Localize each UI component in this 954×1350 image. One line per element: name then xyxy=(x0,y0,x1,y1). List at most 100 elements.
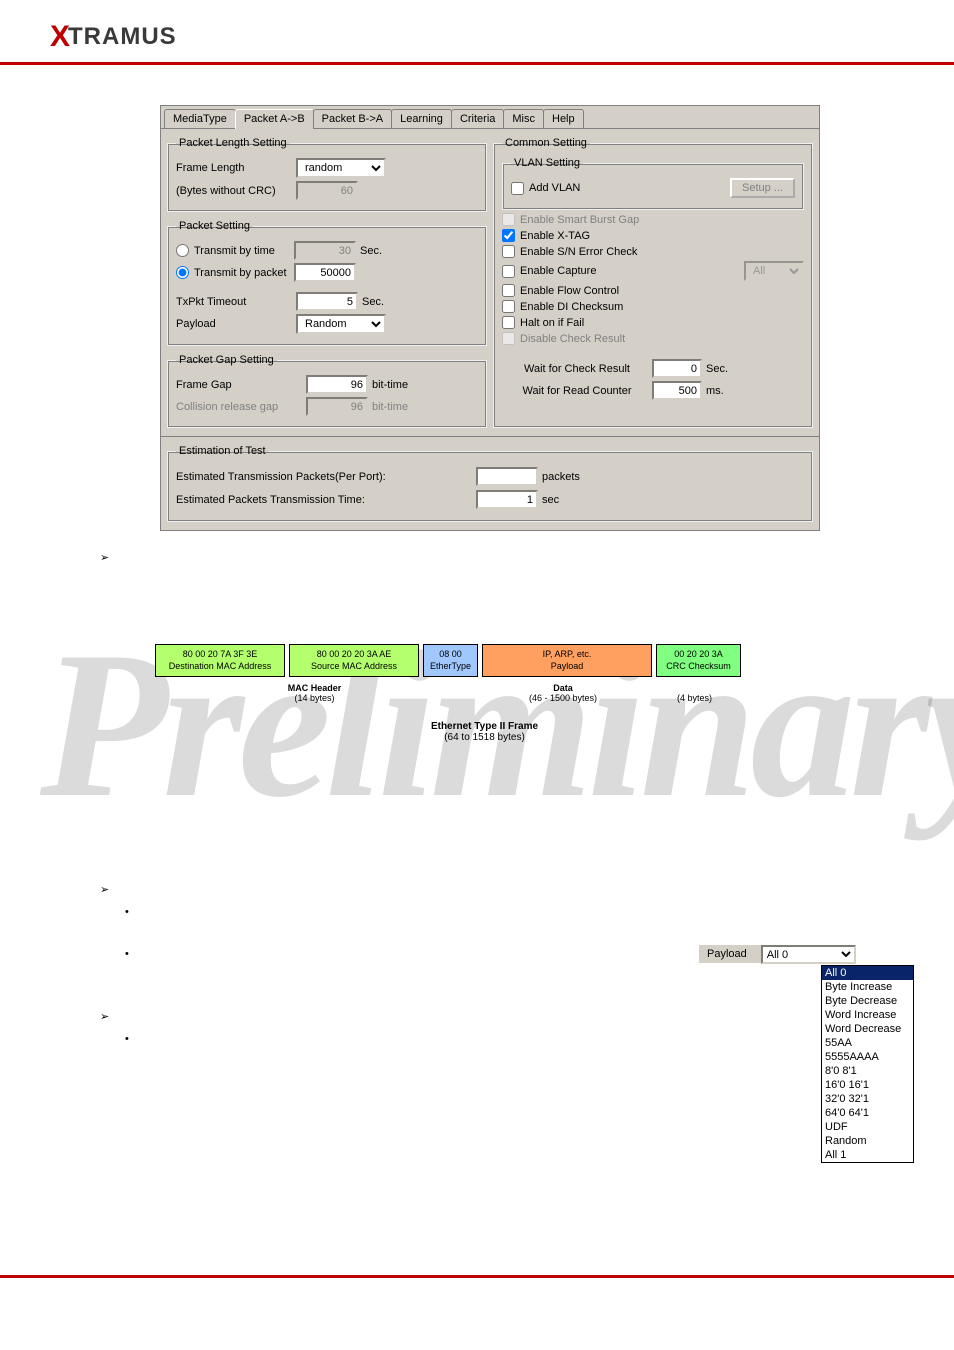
transmit-by-time-radio[interactable] xyxy=(176,244,189,257)
vlan-legend: VLAN Setting xyxy=(511,157,583,169)
transmit-by-packet-radio[interactable] xyxy=(176,266,189,279)
xtag-checkbox[interactable] xyxy=(502,229,515,242)
dest-mac-label: Destination MAC Address xyxy=(162,661,278,673)
payload-option[interactable]: Random xyxy=(822,1134,913,1148)
halt-on-fail-label: Halt on if Fail xyxy=(520,317,804,329)
payload-option[interactable]: 55AA xyxy=(822,1036,913,1050)
payload-option[interactable]: 16'0 16'1 xyxy=(822,1078,913,1092)
payload-label-diagram: Payload xyxy=(489,661,645,673)
payload-option[interactable]: All 0 xyxy=(822,966,913,980)
page-footer xyxy=(0,1275,954,1305)
wait-read-unit: ms. xyxy=(706,385,724,397)
txpkt-timeout-input[interactable] xyxy=(296,292,358,311)
payload-combo-label: Payload xyxy=(699,945,761,963)
txpkt-timeout-unit: Sec. xyxy=(362,296,384,308)
flow-control-checkbox[interactable] xyxy=(502,284,515,297)
config-panel: MediaType Packet A->B Packet B->A Learni… xyxy=(160,105,820,531)
sn-error-checkbox[interactable] xyxy=(502,245,515,258)
transmit-by-packet-input[interactable] xyxy=(294,263,356,282)
payload-option[interactable]: UDF xyxy=(822,1120,913,1134)
collision-gap-input xyxy=(306,397,368,416)
capture-label: Enable Capture xyxy=(520,265,744,277)
collision-gap-unit: bit-time xyxy=(372,401,408,413)
tab-learning[interactable]: Learning xyxy=(391,109,452,128)
payload-combo-listbox[interactable]: All 0Byte IncreaseByte DecreaseWord Incr… xyxy=(821,965,914,1163)
frame-gap-unit: bit-time xyxy=(372,379,408,391)
data-label: Data xyxy=(553,683,573,693)
wait-check-label: Wait for Check Result xyxy=(502,363,652,375)
src-mac-box: 80 00 20 20 3A AE Source MAC Address xyxy=(289,644,419,677)
tab-mediatype[interactable]: MediaType xyxy=(164,109,236,128)
data-bytes: (46 - 1500 bytes) xyxy=(529,693,597,703)
tab-packet-a-b[interactable]: Packet A->B xyxy=(235,109,314,129)
payload-box: IP, ARP, etc. Payload xyxy=(482,644,652,677)
frame-length-select[interactable]: random xyxy=(296,158,386,178)
tab-help[interactable]: Help xyxy=(543,109,584,128)
tab-misc[interactable]: Misc xyxy=(503,109,544,128)
common-setting-legend: Common Setting xyxy=(502,137,590,149)
frame-bytes: (64 to 1518 bytes) xyxy=(444,732,525,743)
capture-select: All xyxy=(744,261,804,281)
tab-packet-b-a[interactable]: Packet B->A xyxy=(313,109,392,128)
est-time-unit: sec xyxy=(542,494,559,506)
disable-check-label: Disable Check Result xyxy=(520,333,804,345)
crc-box: 00 20 20 3A CRC Checksum xyxy=(656,644,741,677)
payload-option[interactable]: Word Decrease xyxy=(822,1022,913,1036)
estimation-legend: Estimation of Test xyxy=(176,445,269,457)
tab-criteria[interactable]: Criteria xyxy=(451,109,504,128)
est-time-label: Estimated Packets Transmission Time: xyxy=(176,494,476,506)
crc-label: CRC Checksum xyxy=(663,661,734,673)
txpkt-timeout-label: TxPkt Timeout xyxy=(176,296,296,308)
add-vlan-label: Add VLAN xyxy=(529,182,730,194)
est-time-input xyxy=(476,490,538,509)
payload-label: Payload xyxy=(176,318,296,330)
bullet-level-1-c: ➢ xyxy=(100,1010,884,1023)
tab-bar: MediaType Packet A->B Packet B->A Learni… xyxy=(161,106,819,128)
payload-select[interactable]: Random xyxy=(296,314,386,334)
frame-label: Ethernet Type II Frame xyxy=(431,721,538,732)
capture-checkbox[interactable] xyxy=(502,265,515,278)
payload-option[interactable]: 8'0 8'1 xyxy=(822,1064,913,1078)
payload-option[interactable]: 5555AAAA xyxy=(822,1050,913,1064)
payload-combo-area: Payload All 0 xyxy=(699,945,914,964)
bullet-level-1: ➢ xyxy=(100,551,884,564)
src-mac-label: Source MAC Address xyxy=(296,661,412,673)
payload-option[interactable]: Byte Decrease xyxy=(822,994,913,1008)
payload-top: IP, ARP, etc. xyxy=(489,649,645,661)
brand-logo: XTRAMUS xyxy=(50,20,177,54)
add-vlan-checkbox[interactable] xyxy=(511,182,524,195)
ethertype-label: EtherType xyxy=(430,661,471,673)
payload-combo-select[interactable]: All 0 xyxy=(761,945,856,964)
bytes-no-crc-label: (Bytes without CRC) xyxy=(176,185,296,197)
wait-check-input[interactable] xyxy=(652,359,702,378)
payload-option[interactable]: All 1 xyxy=(822,1148,913,1162)
vlan-setup-button: Setup ... xyxy=(730,178,795,198)
src-mac-bytes: 80 00 20 20 3A AE xyxy=(296,649,412,661)
di-checksum-checkbox[interactable] xyxy=(502,300,515,313)
frame-gap-input[interactable] xyxy=(306,375,368,394)
packet-gap-legend: Packet Gap Setting xyxy=(176,354,277,366)
payload-option[interactable]: Word Increase xyxy=(822,1008,913,1022)
smart-burst-checkbox xyxy=(502,213,515,226)
bullet-level-1-b: ➢ xyxy=(100,883,884,896)
payload-option[interactable]: Byte Increase xyxy=(822,980,913,994)
transmit-by-time-label: Transmit by time xyxy=(194,245,294,257)
payload-option[interactable]: 64'0 64'1 xyxy=(822,1106,913,1120)
crc-bytes: 00 20 20 3A xyxy=(663,649,734,661)
mac-header-bytes: (14 bytes) xyxy=(294,693,334,703)
payload-option[interactable]: 32'0 32'1 xyxy=(822,1092,913,1106)
est-packets-unit: packets xyxy=(542,471,580,483)
transmit-by-time-unit: Sec. xyxy=(360,245,382,257)
brand-logo-rest: TRAMUS xyxy=(68,23,177,51)
common-setting-group: Common Setting VLAN Setting Add VLAN Set… xyxy=(493,137,813,428)
wait-read-label: Wait for Read Counter xyxy=(502,385,652,397)
sn-error-label: Enable S/N Error Check xyxy=(520,246,804,258)
mac-header-label: MAC Header xyxy=(288,683,342,693)
crc-bytes-2: (4 bytes) xyxy=(677,693,712,703)
estimation-group: Estimation of Test Estimated Transmissio… xyxy=(167,445,813,522)
packet-setting-legend: Packet Setting xyxy=(176,220,253,232)
packet-gap-group: Packet Gap Setting Frame Gap bit-time Co… xyxy=(167,354,487,428)
halt-on-fail-checkbox[interactable] xyxy=(502,316,515,329)
bullet-level-2-c: • xyxy=(125,1033,884,1045)
wait-read-input[interactable] xyxy=(652,381,702,400)
